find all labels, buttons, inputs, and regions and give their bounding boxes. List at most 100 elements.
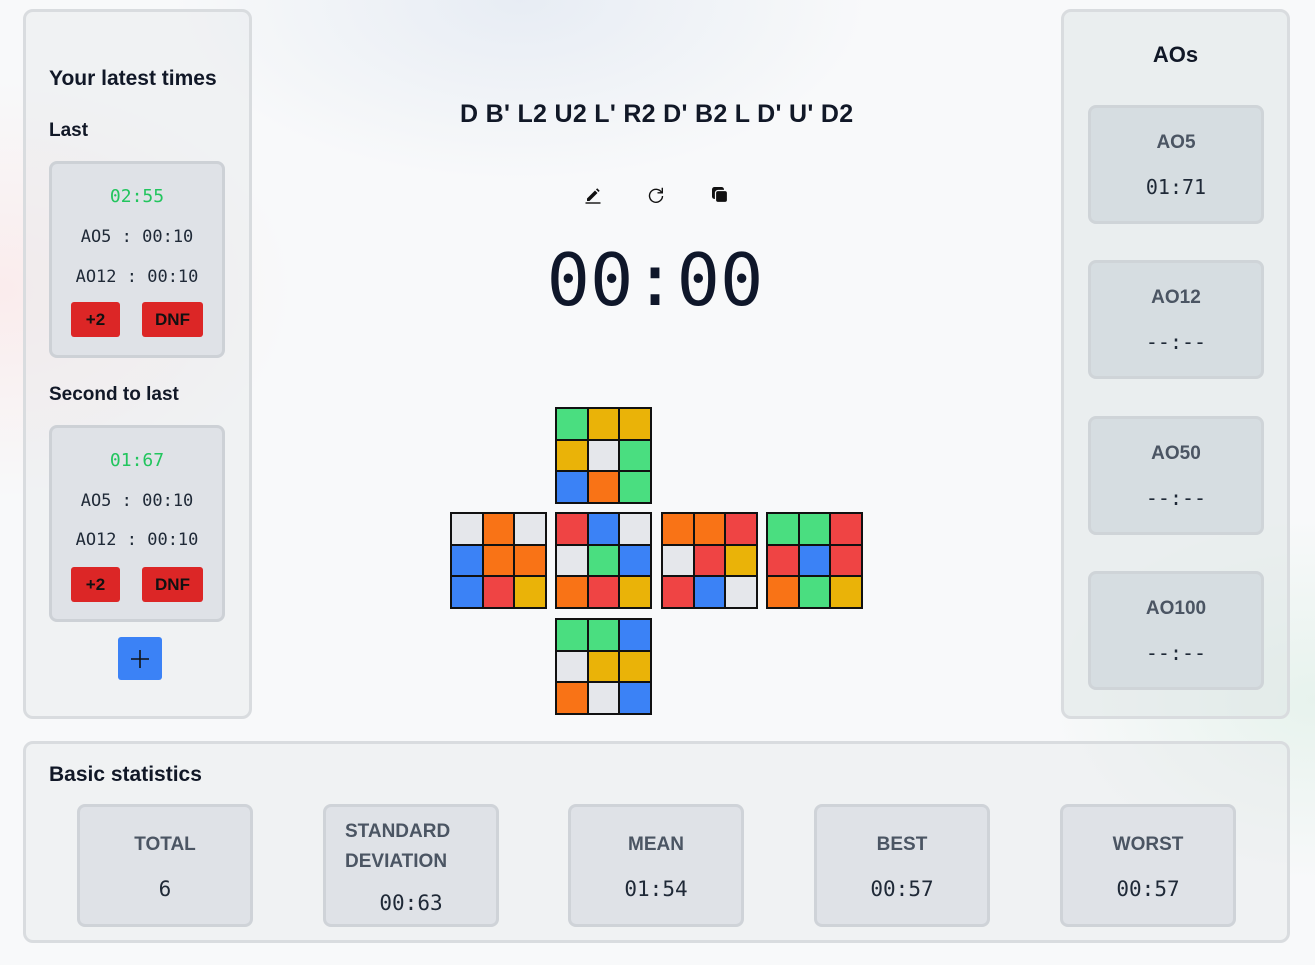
copy-scramble-button[interactable]	[707, 182, 733, 208]
cube-sticker	[693, 544, 726, 577]
cube-sticker	[662, 513, 694, 545]
cube-sticker	[619, 471, 651, 503]
basic-statistics-panel: Basic statistics TOTAL 6 STANDARD DEVIAT…	[23, 741, 1290, 943]
cube-face-left	[450, 512, 547, 609]
basic-statistics-title: Basic statistics	[49, 763, 202, 786]
ao-card: AO50 --:--	[1088, 416, 1264, 535]
last-heading: Last	[49, 120, 89, 141]
second-dnf-button[interactable]: DNF	[142, 567, 203, 602]
cube-sticker	[830, 576, 862, 608]
cube-sticker	[725, 513, 757, 545]
ao-value: --:--	[1145, 641, 1207, 665]
cube-sticker	[556, 619, 588, 651]
cube-sticker	[587, 682, 620, 714]
cube-sticker	[619, 544, 651, 577]
stat-value: 00:57	[870, 877, 934, 901]
last-plus2-button[interactable]: +2	[71, 302, 120, 337]
cube-sticker	[798, 513, 831, 545]
cube-sticker	[587, 544, 620, 577]
new-scramble-button[interactable]	[643, 182, 669, 208]
scramble-text: D B' L2 U2 L' R2 D' B2 L D' U' D2 F R' B…	[460, 100, 853, 128]
cube-sticker	[619, 408, 651, 440]
stat-card-standard-deviation: STANDARD DEVIATION 00:63	[323, 804, 499, 927]
cube-sticker	[451, 544, 483, 577]
cube-sticker	[619, 650, 651, 683]
ao-value: 01:71	[1145, 175, 1207, 199]
stat-card-worst: WORST 00:57	[1060, 804, 1236, 927]
cube-sticker	[619, 619, 651, 651]
cube-sticker	[767, 513, 799, 545]
edit-scramble-button[interactable]	[580, 182, 606, 208]
cube-sticker	[619, 513, 651, 545]
cube-sticker	[556, 439, 588, 472]
cube-sticker	[830, 513, 862, 545]
cube-sticker	[767, 576, 799, 608]
cube-sticker	[619, 439, 651, 472]
cube-sticker	[693, 576, 726, 608]
stat-label: WORST	[1112, 834, 1184, 855]
ao-card: AO100 --:--	[1088, 571, 1264, 690]
cube-face-up	[555, 407, 652, 504]
last-ao12: AO12 : 00:10	[75, 267, 199, 287]
cube-sticker	[767, 544, 799, 577]
aos-title: AOs	[1152, 42, 1199, 67]
last-time-value: 02:55	[109, 186, 165, 207]
cube-sticker	[556, 513, 588, 545]
second-time-value: 01:67	[109, 450, 165, 471]
cube-sticker	[587, 408, 620, 440]
cube-sticker	[482, 513, 515, 545]
second-plus2-button[interactable]: +2	[71, 567, 120, 602]
cube-sticker	[514, 544, 546, 577]
cube-sticker	[556, 544, 588, 577]
cube-sticker	[662, 544, 694, 577]
ao-value: --:--	[1145, 486, 1207, 510]
cube-sticker	[725, 544, 757, 577]
cube-sticker	[482, 576, 515, 608]
cube-face-right	[661, 512, 758, 609]
cube-face-back	[766, 512, 863, 609]
stat-label: STANDARD DEVIATION	[345, 821, 451, 872]
edit-icon	[585, 188, 601, 204]
ao-label: AO5	[1156, 132, 1196, 153]
cube-sticker	[587, 576, 620, 608]
ao-card: AO5 01:71	[1088, 105, 1264, 224]
cube-sticker	[556, 471, 588, 503]
stat-card-mean: MEAN 01:54	[568, 804, 744, 927]
cube-sticker	[725, 576, 757, 608]
latest-times-panel: Your latest times Last 02:55 AO5 : 00:10…	[23, 9, 252, 719]
cube-sticker	[798, 576, 831, 608]
cube-sticker	[830, 544, 862, 577]
stat-card-total: TOTAL 6	[77, 804, 253, 927]
cube-sticker	[587, 471, 620, 503]
stat-value: 00:57	[1116, 877, 1180, 901]
plus-icon	[131, 649, 149, 668]
cube-sticker	[451, 513, 483, 545]
add-time-button[interactable]	[118, 637, 162, 680]
second-to-last-time-card: 01:67 AO5 : 00:10 AO12 : 00:10 +2 DNF	[49, 425, 225, 622]
cube-sticker	[619, 682, 651, 714]
cube-sticker	[798, 544, 831, 577]
stat-label: BEST	[876, 834, 928, 855]
stat-value: 01:54	[624, 877, 688, 901]
cube-sticker	[556, 408, 588, 440]
cube-sticker	[556, 576, 588, 608]
ao-card: AO12 --:--	[1088, 260, 1264, 379]
stat-label: MEAN	[628, 834, 684, 855]
copy-icon	[712, 187, 729, 204]
ao-label: AO12	[1151, 287, 1201, 308]
latest-times-title: Your latest times	[49, 67, 217, 90]
cube-sticker	[587, 619, 620, 651]
last-dnf-button[interactable]: DNF	[142, 302, 203, 337]
ao-label: AO50	[1151, 443, 1201, 464]
stat-value: 00:63	[379, 891, 443, 915]
last-time-card: 02:55 AO5 : 00:10 AO12 : 00:10 +2 DNF	[49, 161, 225, 358]
second-ao5: AO5 : 00:10	[80, 491, 194, 511]
cube-face-down	[555, 618, 652, 715]
cube-sticker	[587, 650, 620, 683]
cube-sticker	[514, 513, 546, 545]
timer-display[interactable]: 00:00	[520, 238, 790, 322]
cube-sticker	[451, 576, 483, 608]
cube-sticker	[662, 576, 694, 608]
ao-label: AO100	[1145, 598, 1207, 619]
stat-card-best: BEST 00:57	[814, 804, 990, 927]
